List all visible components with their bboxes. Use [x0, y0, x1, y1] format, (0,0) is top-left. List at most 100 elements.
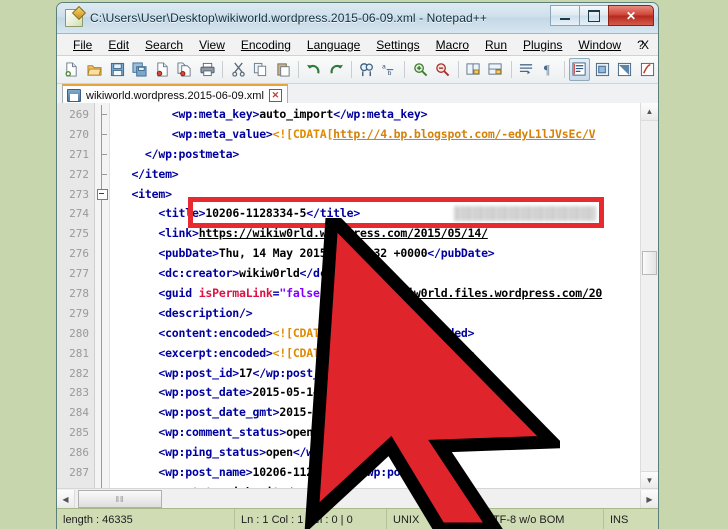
zoom-out-button[interactable]	[432, 58, 454, 81]
code-token: <excerpt:encoded>	[158, 346, 272, 360]
toolbar-separator	[351, 61, 352, 78]
status-position: Ln : 1 Col : 1 Sel : 0 | 0	[235, 509, 387, 529]
zoom-in-button[interactable]	[409, 58, 431, 81]
line-number: 275	[57, 224, 94, 244]
code-token: </wp:postmeta>	[145, 147, 239, 161]
word-wrap-button[interactable]	[516, 58, 538, 81]
zoom-in-icon	[413, 62, 428, 77]
sync-vertical-button[interactable]	[462, 58, 484, 81]
code-line: <wp:post_id>17</wp:post_id>	[110, 364, 658, 384]
code-line: </wp:postmeta>	[110, 145, 658, 165]
function-list-button[interactable]	[637, 58, 659, 81]
code-line: <description/>	[110, 304, 658, 324]
indent-guide-button[interactable]	[569, 58, 591, 81]
code-token: <![CDATA[	[273, 326, 334, 340]
close-document-button[interactable]: X	[641, 38, 649, 52]
menu-item-language[interactable]: Language	[299, 38, 368, 52]
print-button[interactable]	[197, 58, 219, 81]
copy-icon	[253, 62, 268, 77]
scroll-right-button[interactable]: ▶	[640, 490, 658, 508]
code-token: "false"	[279, 286, 326, 300]
fold-marker[interactable]	[95, 185, 109, 205]
cut-button[interactable]	[227, 58, 249, 81]
menu-item-edit[interactable]: Edit	[100, 38, 137, 52]
menu-bar: File Edit Search View Encoding Language …	[57, 34, 658, 56]
code-line: <wp:meta_value><![CDATA[http://4.bp.blog…	[110, 125, 658, 145]
menu-item-run[interactable]: Run	[477, 38, 515, 52]
menu-item-file[interactable]: File	[65, 38, 100, 52]
close-file-button[interactable]	[151, 58, 173, 81]
show-all-chars-button[interactable]: ¶	[538, 58, 560, 81]
menu-item-plugins[interactable]: Plugins	[515, 38, 570, 52]
code-token: 10206-1128334-5	[205, 206, 306, 220]
minimize-button[interactable]	[550, 5, 580, 26]
paste-button[interactable]	[272, 58, 294, 81]
line-number: 283	[57, 383, 94, 403]
open-file-button[interactable]	[84, 58, 106, 81]
title-bar[interactable]: C:\Users\User\Desktop\wikiworld.wordpres…	[57, 3, 658, 34]
menu-item-macro[interactable]: Macro	[428, 38, 477, 52]
menu-item-settings[interactable]: Settings	[368, 38, 427, 52]
code-editor[interactable]: 2692702712722732742752762772782792802812…	[57, 103, 658, 489]
code-token: Thu, 14 May 2015 16:22:32 +0000	[219, 246, 427, 260]
scroll-up-button[interactable]: ▲	[641, 103, 658, 121]
code-line: <wp:ping_status>open</wp:ping_status>	[110, 443, 658, 463]
code-token: <guid	[158, 286, 198, 300]
status-encoding: UTF-8 w/o BOM	[479, 509, 604, 529]
fold-marker	[95, 423, 109, 443]
save-button[interactable]	[106, 58, 128, 81]
code-token: </wp:post_id>	[252, 366, 339, 380]
window-title: C:\Users\User\Desktop\wikiworld.wordpres…	[90, 11, 487, 25]
line-number: 273	[57, 185, 94, 205]
save-all-button[interactable]	[129, 58, 151, 81]
menu-window-label: Window	[578, 38, 621, 52]
copy-button[interactable]	[250, 58, 272, 81]
status-eol-format: UNIX	[387, 509, 479, 529]
menu-item-search[interactable]: Search	[137, 38, 191, 52]
scroll-down-button[interactable]: ▼	[641, 471, 658, 489]
code-token: </wp:meta_key>	[333, 107, 427, 121]
close-all-button[interactable]	[174, 58, 196, 81]
code-line: <guid isPermaLink="false">https://wikiw0…	[110, 284, 658, 304]
code-line: <link>https://wikiw0rld.wordpress.com/20…	[110, 224, 658, 244]
code-token: https://wikiw0rld.files.wordpress.com/20	[333, 286, 602, 300]
tab-wikiworld-xml[interactable]: wikiworld.wordpress.2015-06-09.xml ✕	[62, 84, 288, 105]
editor-horizontal-scrollbar[interactable]: ◀ ‖‖ ▶	[57, 488, 658, 509]
user-define-dialog-button[interactable]	[591, 58, 613, 81]
replace-button[interactable]: a b	[379, 58, 401, 81]
find-button[interactable]	[356, 58, 378, 81]
line-number: 284	[57, 403, 94, 423]
line-number: 281	[57, 344, 94, 364]
vertical-scroll-thumb[interactable]	[642, 251, 657, 275]
tab-close-icon[interactable]: ✕	[269, 89, 282, 102]
code-folding-margin[interactable]	[95, 103, 110, 489]
code-token: open	[266, 445, 293, 459]
find-icon	[359, 62, 374, 77]
close-icon: ✕	[626, 9, 636, 23]
code-text-area[interactable]: <wp:meta_key>auto_import</wp:meta_key> <…	[110, 103, 658, 489]
menu-item-view[interactable]: View	[191, 38, 233, 52]
redacted-url-segment	[454, 206, 596, 221]
horizontal-scroll-thumb[interactable]: ‖‖	[78, 490, 162, 508]
redo-button[interactable]	[326, 58, 348, 81]
menu-item-window[interactable]: Window	[570, 38, 629, 52]
code-token: </wp:ping_status>	[293, 445, 407, 459]
sync-horizontal-button[interactable]	[485, 58, 507, 81]
save-all-icon	[132, 62, 147, 77]
code-line: <wp:meta_key>auto_import</wp:meta_key>	[110, 105, 658, 125]
document-map-button[interactable]	[614, 58, 636, 81]
editor-vertical-scrollbar[interactable]: ▲ ▼	[640, 103, 658, 489]
fold-marker	[95, 304, 109, 324]
maximize-button[interactable]	[579, 5, 609, 26]
fold-marker	[95, 284, 109, 304]
code-line: <wp:comment_status>open</wp:comment_stat…	[110, 423, 658, 443]
fold-marker	[95, 105, 109, 125]
menu-item-encoding[interactable]: Encoding	[233, 38, 299, 52]
close-button[interactable]: ✕	[608, 5, 654, 26]
undo-button[interactable]	[303, 58, 325, 81]
code-token: </wp:post_date>	[380, 385, 481, 399]
document-icon	[67, 89, 81, 102]
scroll-left-button[interactable]: ◀	[57, 490, 75, 508]
code-token: http://4.bp.blogspot.com/-edyL1lJVsEc/V	[333, 127, 595, 141]
new-file-button[interactable]	[61, 58, 83, 81]
